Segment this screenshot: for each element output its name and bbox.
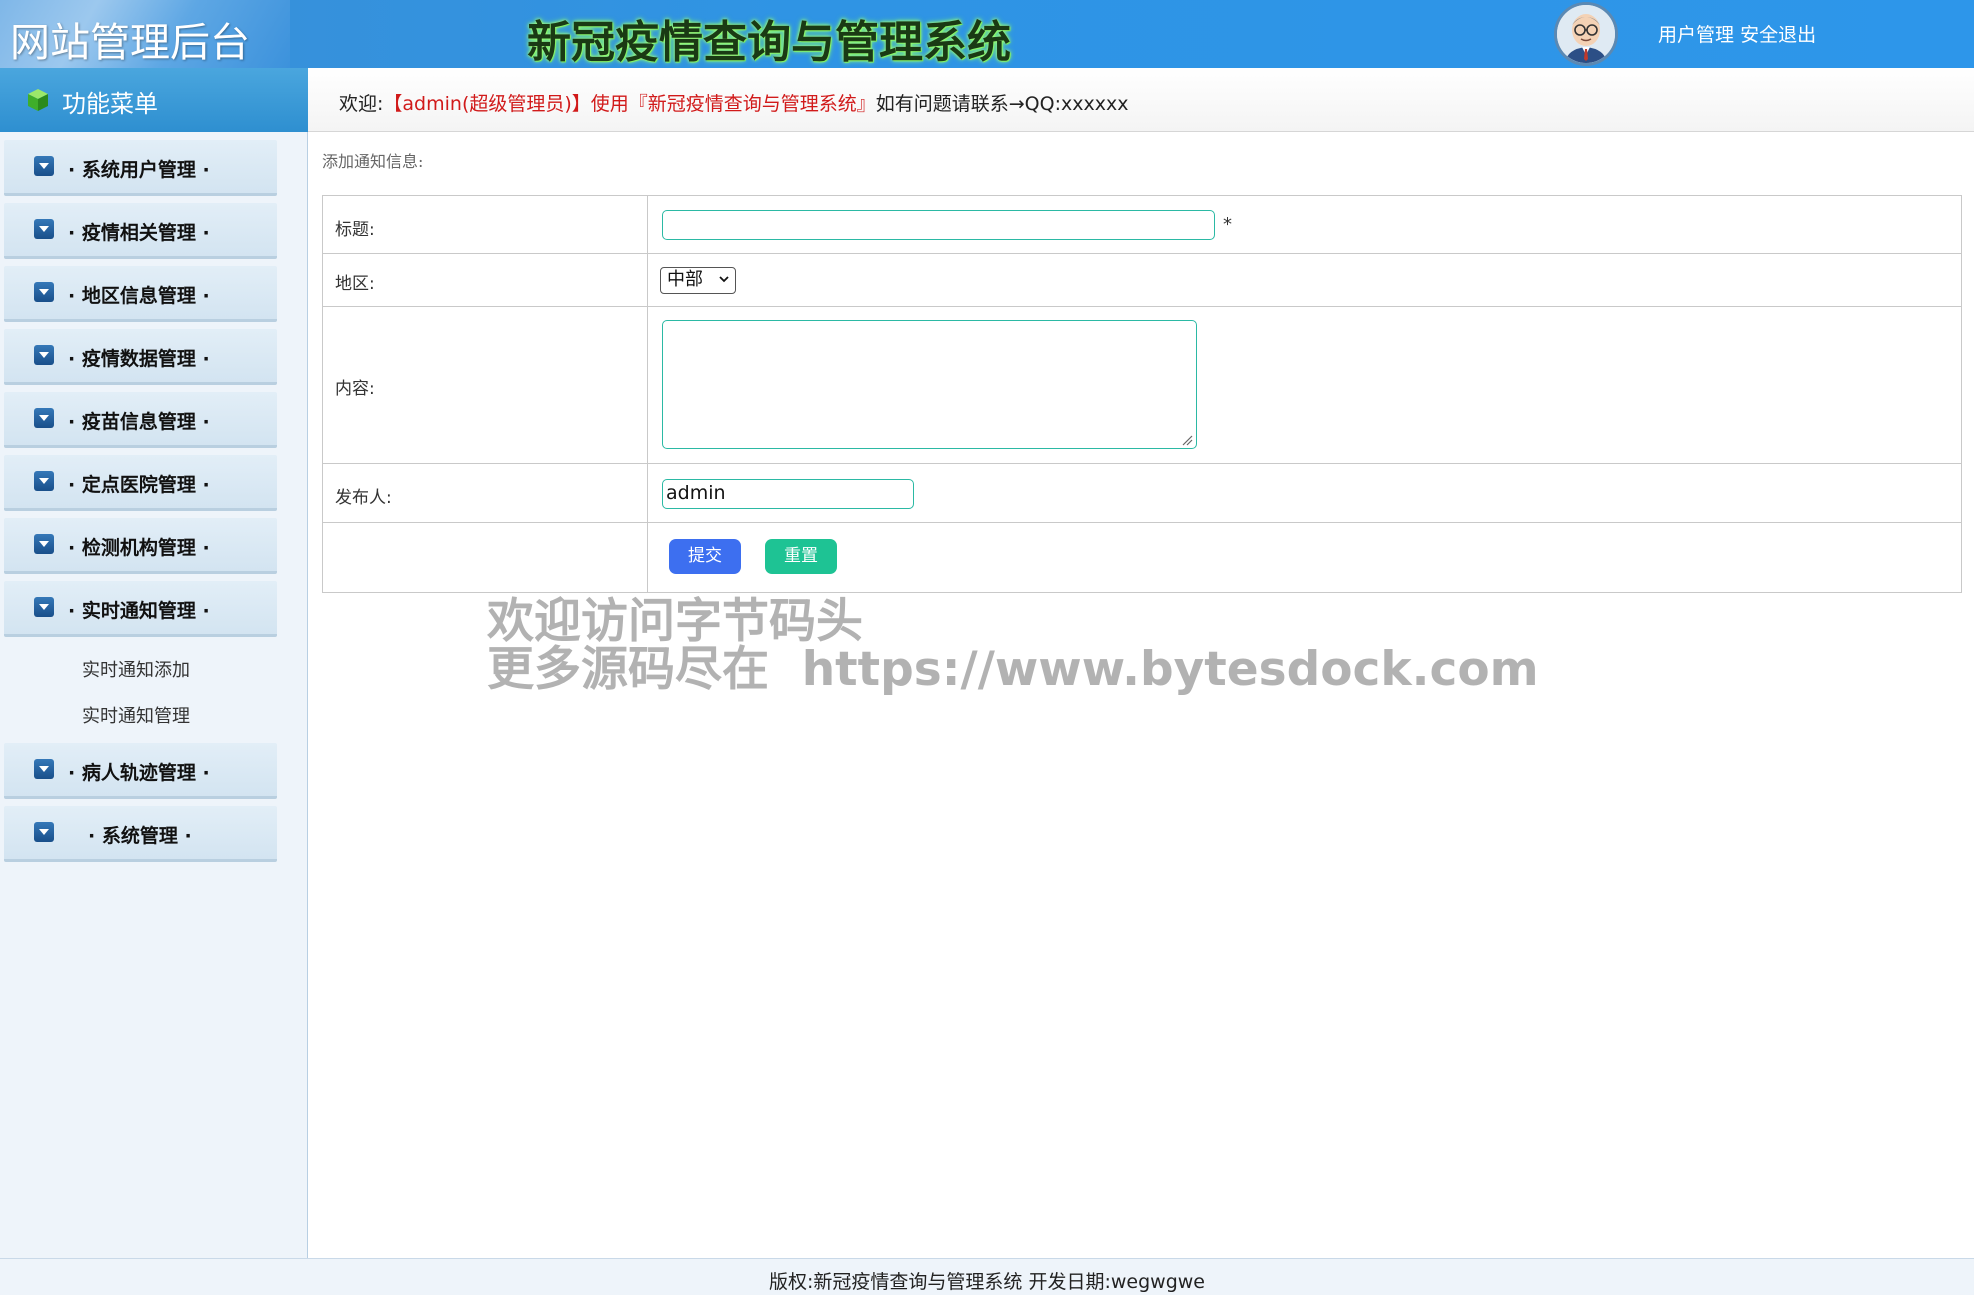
label-cell: 标题:	[323, 196, 648, 253]
label-cell	[323, 523, 648, 592]
submenu-notice-add[interactable]: 实时通知添加	[82, 656, 190, 682]
menu-title: 功能菜单	[62, 90, 158, 118]
expand-icon	[34, 156, 54, 176]
expand-icon	[34, 759, 54, 779]
watermark: 欢迎访问字节码头 更多源码尽在 https://www.bytesdock.co…	[487, 598, 1539, 694]
menu-item-label: · 定点医院管理 ·	[68, 474, 210, 496]
menu-item-testing-agency[interactable]: · 检测机构管理 ·	[4, 518, 277, 574]
welcome-prefix: 欢迎:	[339, 93, 384, 115]
footer: 版权:新冠疫情查询与管理系统 开发日期:wegwgwe	[0, 1258, 1974, 1295]
expand-icon	[34, 822, 54, 842]
expand-icon	[34, 408, 54, 428]
menu-item-label: · 检测机构管理 ·	[68, 537, 210, 559]
expand-icon	[34, 471, 54, 491]
form-caption: 添加通知信息:	[322, 152, 424, 171]
menu-item-realtime-notice[interactable]: · 实时通知管理 ·	[4, 581, 277, 637]
menu-item-label: · 地区信息管理 ·	[68, 285, 210, 307]
header-links: 用户管理 安全退出	[1658, 20, 1816, 47]
expand-icon	[34, 597, 54, 617]
notice-form: 标题: * 地区: 中部 内容: 发布人: admin 提交 重置	[322, 195, 1962, 593]
expand-icon	[34, 219, 54, 239]
menu-item-system-manage[interactable]: · 系统管理 ·	[4, 806, 277, 862]
form-row-title: 标题: *	[323, 196, 1961, 254]
menu-item-designated-hospital[interactable]: · 定点医院管理 ·	[4, 455, 277, 511]
watermark-line-2: 更多源码尽在 https://www.bytesdock.com	[487, 642, 1539, 697]
menu-header: 功能菜单	[0, 68, 308, 132]
footer-text: 版权:新冠疫情查询与管理系统 开发日期:wegwgwe	[769, 1271, 1205, 1293]
sidebar: 功能菜单 · 系统用户管理 · · 疫情相关管理 · · 地区信息管理 · · …	[0, 68, 308, 1258]
menu-item-label: · 系统用户管理 ·	[68, 159, 210, 181]
submit-button[interactable]: 提交	[669, 539, 741, 574]
region-selected-value: 中部	[667, 269, 703, 290]
welcome-text: 欢迎:【admin(超级管理员)】使用『新冠疫情查询与管理系统』如有问题请联系→…	[339, 89, 1128, 116]
region-label: 地区:	[335, 274, 375, 294]
label-cell: 内容:	[323, 307, 648, 463]
menu-item-label: · 疫苗信息管理 ·	[68, 411, 210, 433]
brand-title: 网站管理后台	[10, 20, 250, 66]
menu-item-label: · 疫情数据管理 ·	[68, 348, 210, 370]
admin-page: 网站管理后台 新冠疫情查询与管理系统 用户管理 安全退出 功能菜单 · 系统用户…	[0, 0, 1974, 1295]
menu-item-vaccine-info[interactable]: · 疫苗信息管理 ·	[4, 392, 277, 448]
expand-icon	[34, 534, 54, 554]
expand-icon	[34, 282, 54, 302]
menu-item-system-users[interactable]: · 系统用户管理 ·	[4, 140, 277, 196]
publisher-input[interactable]: admin	[662, 479, 914, 509]
cube-icon	[28, 89, 48, 111]
label-cell: 地区:	[323, 254, 648, 306]
title-label: 标题:	[335, 220, 375, 240]
submenu-notice-manage[interactable]: 实时通知管理	[82, 702, 190, 728]
user-avatar-icon	[1557, 5, 1615, 63]
required-mark: *	[1223, 214, 1232, 235]
brand-area: 网站管理后台	[0, 0, 290, 68]
menu-item-region-info[interactable]: · 地区信息管理 ·	[4, 266, 277, 322]
menu-item-label: · 实时通知管理 ·	[68, 600, 210, 622]
form-row-region: 地区: 中部	[323, 254, 1961, 307]
user-manage-link[interactable]: 用户管理	[1658, 24, 1734, 46]
watermark-line-1: 欢迎访问字节码头	[487, 594, 863, 649]
menu-item-epidemic-data[interactable]: · 疫情数据管理 ·	[4, 329, 277, 385]
region-select[interactable]: 中部	[660, 267, 736, 294]
menu-item-epidemic-related[interactable]: · 疫情相关管理 ·	[4, 203, 277, 259]
menu-item-label: · 系统管理 ·	[88, 825, 192, 847]
form-row-publisher: 发布人: admin	[323, 464, 1961, 523]
content-textarea[interactable]	[662, 320, 1197, 449]
chevron-down-icon	[719, 276, 729, 283]
form-row-actions: 提交 重置	[323, 523, 1961, 592]
welcome-contact: 如有问题请联系→QQ:xxxxxx	[875, 93, 1129, 115]
welcome-user-info: 【admin(超级管理员)】使用『新冠疫情查询与管理系统』	[383, 93, 876, 115]
logout-link[interactable]: 安全退出	[1740, 24, 1816, 46]
publisher-label: 发布人:	[335, 488, 392, 508]
content-label: 内容:	[335, 379, 375, 399]
label-cell: 发布人:	[323, 464, 648, 522]
menu-item-patient-track[interactable]: · 病人轨迹管理 ·	[4, 743, 277, 799]
title-input[interactable]	[662, 210, 1215, 240]
form-row-content: 内容:	[323, 307, 1961, 464]
top-header: 网站管理后台 新冠疫情查询与管理系统 用户管理 安全退出	[0, 0, 1974, 68]
menu-item-label: · 病人轨迹管理 ·	[68, 762, 210, 784]
system-title: 新冠疫情查询与管理系统	[527, 17, 1011, 68]
resize-handle-icon[interactable]	[1181, 434, 1193, 446]
avatar[interactable]	[1554, 2, 1618, 66]
expand-icon	[34, 345, 54, 365]
menu-item-label: · 疫情相关管理 ·	[68, 222, 210, 244]
reset-button[interactable]: 重置	[765, 539, 837, 574]
welcome-bar: 欢迎:【admin(超级管理员)】使用『新冠疫情查询与管理系统』如有问题请联系→…	[308, 68, 1974, 132]
